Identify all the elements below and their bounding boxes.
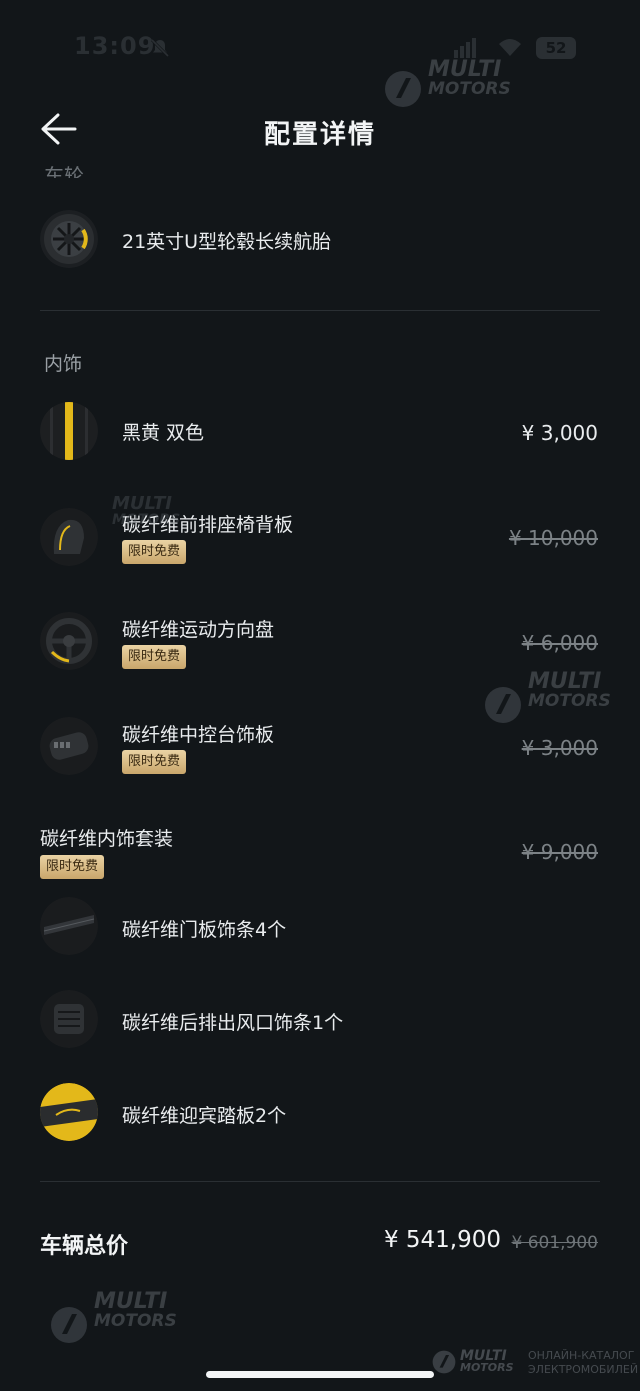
package-item-name: 碳纤维迎宾踏板2个 — [122, 1105, 287, 1127]
watermark-corner-line2: ЭЛЕКТРОМОБИЛЕЙ — [528, 1363, 639, 1376]
package-item-name: 碳纤维后排出风口饰条1个 — [122, 1012, 344, 1034]
watermark-logo: MULTI MOTORS — [484, 668, 624, 724]
total-label: 车辆总价 — [40, 1234, 129, 1259]
bell-muted-icon — [150, 38, 170, 58]
door-sill-thumbnail — [40, 1083, 98, 1141]
watermark-line1: MULTI — [428, 57, 502, 82]
limited-free-badge: 限时免费 — [122, 645, 187, 669]
page-title: 配置详情 — [263, 120, 376, 150]
option-price-struck: ¥ 10,000 — [508, 526, 598, 550]
package-price-struck: ¥ 9,000 — [521, 840, 598, 864]
status-bar: 13:09 52 — [0, 0, 640, 96]
battery-indicator: 52 — [536, 37, 576, 59]
header: 配置详情 — [0, 96, 640, 166]
section-title-wheels: 车轮 — [44, 164, 84, 178]
option-price-struck: ¥ 6,000 — [521, 631, 598, 655]
total-price: ¥ 541,900 — [383, 1227, 501, 1253]
wheel-thumbnail — [40, 210, 98, 268]
watermark-emblem-icon — [485, 687, 521, 723]
rear-vent-thumbnail — [40, 990, 98, 1048]
limited-free-badge: 限时免费 — [122, 540, 187, 564]
watermark-line1: MULTI — [94, 1289, 168, 1314]
package-item-name: 碳纤维门板饰条4个 — [122, 919, 287, 941]
color-swatch-thumbnail — [40, 402, 98, 460]
interior-option-name: 碳纤维中控台饰板 — [122, 724, 275, 746]
option-price: ¥ 3,000 — [521, 421, 598, 445]
watermark-corner-logo: MULTI MOTORS ОНЛАЙН-КАТАЛОГ ЭЛЕКТРОМОБИЛ… — [432, 1348, 639, 1378]
watermark-line2: MOTORS — [94, 1311, 177, 1331]
limited-free-badge: 限时免费 — [40, 855, 105, 879]
watermark-emblem-icon — [51, 1307, 87, 1343]
steering-wheel-thumbnail — [40, 612, 98, 670]
total-divider — [40, 1181, 600, 1182]
package-name: 碳纤维内饰套装 — [40, 828, 174, 850]
status-time: 13:09 — [74, 32, 156, 60]
limited-free-badge: 限时免费 — [122, 750, 187, 774]
watermark-emblem-icon — [385, 71, 421, 107]
total-original-price: ¥ 601,900 — [511, 1233, 598, 1253]
seat-back-thumbnail — [40, 508, 98, 566]
watermark-corner-line1: ОНЛАЙН-КАТАЛОГ — [528, 1349, 635, 1362]
watermark-line2: MOTORS — [528, 691, 611, 711]
watermark-line1: MULTI — [528, 669, 602, 694]
home-indicator[interactable] — [206, 1371, 434, 1378]
door-trim-thumbnail — [40, 897, 98, 955]
section-divider — [40, 310, 600, 311]
console-panel-thumbnail — [40, 717, 98, 775]
watermark-line2: MOTORS — [112, 512, 181, 528]
section-title-interior: 内饰 — [44, 353, 83, 375]
watermark-emblem-icon — [432, 1350, 456, 1374]
watermark-logo: MULTI MOTORS — [384, 54, 524, 110]
watermark-logo: MULTI MOTORS — [50, 1288, 190, 1344]
watermark-line2: MOTORS — [428, 79, 511, 99]
option-price-struck: ¥ 3,000 — [521, 736, 598, 760]
interior-option-name: 黑黄 双色 — [122, 422, 205, 444]
interior-option-name: 碳纤维运动方向盘 — [122, 619, 275, 641]
watermark-line2: MOTORS — [460, 1361, 514, 1374]
watermark-line1: MULTI — [112, 493, 172, 514]
wheel-option-name: 21英寸U型轮毂长续航胎 — [122, 231, 332, 253]
watermark-logo: MULTI MOTORS — [112, 494, 212, 534]
